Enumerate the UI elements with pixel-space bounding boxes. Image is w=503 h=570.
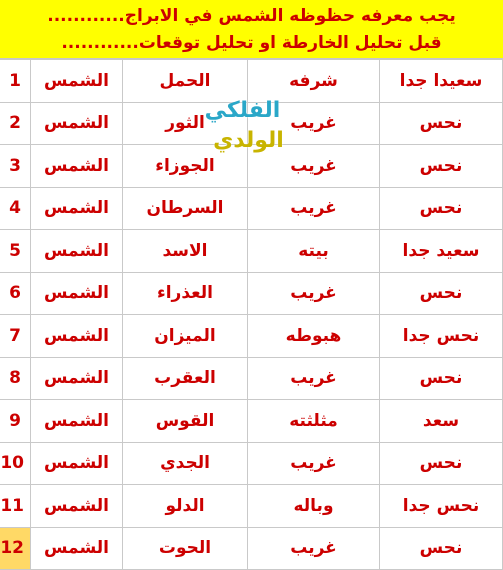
cell-sign[interactable]: الحمل <box>122 59 248 103</box>
banner-line-2: قبل تحليل الخارطة او تحليل توقعات.......… <box>61 33 442 53</box>
row-number[interactable]: 1 <box>0 59 31 103</box>
cell-result[interactable]: نحس <box>379 441 503 485</box>
cell-sign[interactable]: الحوت <box>122 526 248 570</box>
cell-state[interactable]: غريب <box>247 101 380 145</box>
table-row: سعيدا جدا شرفه الحمل الشمس 1 <box>0 59 503 103</box>
row-number[interactable]: 10 <box>0 441 31 485</box>
cell-state[interactable]: غريب <box>247 271 380 315</box>
row-number[interactable]: 12 <box>0 526 31 570</box>
cell-planet[interactable]: الشمس <box>30 399 123 443</box>
cell-planet[interactable]: الشمس <box>30 101 123 145</box>
row-number[interactable]: 5 <box>0 229 31 273</box>
cell-sign[interactable]: الجوزاء <box>122 144 248 188</box>
cell-state[interactable]: غريب <box>247 526 380 570</box>
cell-planet[interactable]: الشمس <box>30 186 123 230</box>
cell-result[interactable]: نحس جدا <box>379 314 503 358</box>
cell-result[interactable]: سعد <box>379 399 503 443</box>
table-row: نحس جدا هبوطه الميزان الشمس 7 <box>0 314 503 358</box>
cell-state[interactable]: غريب <box>247 186 380 230</box>
cell-result[interactable]: نحس <box>379 271 503 315</box>
cell-planet[interactable]: الشمس <box>30 59 123 103</box>
table-row: نحس غريب العذراء الشمس 6 <box>0 271 503 315</box>
row-number[interactable]: 8 <box>0 356 31 400</box>
cell-planet[interactable]: الشمس <box>30 229 123 273</box>
cell-result[interactable]: نحس <box>379 186 503 230</box>
row-number[interactable]: 4 <box>0 186 31 230</box>
cell-sign[interactable]: الجدي <box>122 441 248 485</box>
table-row: نحس غريب الجدي الشمس 10 <box>0 441 503 485</box>
cell-result[interactable]: نحس <box>379 356 503 400</box>
cell-planet[interactable]: الشمس <box>30 441 123 485</box>
table-row: نحس غريب العقرب الشمس 8 <box>0 356 503 400</box>
cell-result[interactable]: نحس جدا <box>379 484 503 528</box>
cell-state[interactable]: وباله <box>247 484 380 528</box>
row-number[interactable]: 9 <box>0 399 31 443</box>
cell-planet[interactable]: الشمس <box>30 526 123 570</box>
row-number[interactable]: 7 <box>0 314 31 358</box>
cell-state[interactable]: شرفه <box>247 59 380 103</box>
cell-sign[interactable]: الدلو <box>122 484 248 528</box>
cell-state[interactable]: هبوطه <box>247 314 380 358</box>
table-row: نحس غريب الثور الشمس 2 <box>0 101 503 145</box>
title-banner: يجب معرفه حظوظه الشمس في الابراج........… <box>0 0 503 59</box>
table-row: نحس جدا وباله الدلو الشمس 11 <box>0 484 503 528</box>
table-row: نحس غريب الجوزاء الشمس 3 <box>0 144 503 188</box>
cell-sign[interactable]: العذراء <box>122 271 248 315</box>
cell-state[interactable]: غريب <box>247 144 380 188</box>
cell-sign[interactable]: القوس <box>122 399 248 443</box>
row-number[interactable]: 3 <box>0 144 31 188</box>
cell-planet[interactable]: الشمس <box>30 484 123 528</box>
cell-result[interactable]: سعيد جدا <box>379 229 503 273</box>
cell-state[interactable]: غريب <box>247 441 380 485</box>
cell-sign[interactable]: السرطان <box>122 186 248 230</box>
cell-result[interactable]: نحس <box>379 101 503 145</box>
cell-planet[interactable]: الشمس <box>30 314 123 358</box>
row-number[interactable]: 2 <box>0 101 31 145</box>
banner-line-1: يجب معرفه حظوظه الشمس في الابراج........… <box>47 6 456 26</box>
astrology-table: سعيدا جدا شرفه الحمل الشمس 1 نحس غريب الثور الشم… <box>0 59 503 570</box>
table-row: سعد مثلثته القوس الشمس 9 <box>0 399 503 443</box>
cell-state[interactable]: بيته <box>247 229 380 273</box>
cell-result[interactable]: سعيدا جدا <box>379 59 503 103</box>
row-number[interactable]: 6 <box>0 271 31 315</box>
cell-result[interactable]: نحس <box>379 144 503 188</box>
cell-sign[interactable]: الميزان <box>122 314 248 358</box>
cell-planet[interactable]: الشمس <box>30 356 123 400</box>
cell-sign[interactable]: العقرب <box>122 356 248 400</box>
cell-state[interactable]: مثلثته <box>247 399 380 443</box>
cell-sign[interactable]: الاسد <box>122 229 248 273</box>
spreadsheet-sheet: يجب معرفه حظوظه الشمس في الابراج........… <box>0 0 503 570</box>
table-row: نحس غريب الحوت الشمس 12 <box>0 526 503 570</box>
cell-planet[interactable]: الشمس <box>30 271 123 315</box>
cell-result[interactable]: نحس <box>379 526 503 570</box>
cell-state[interactable]: غريب <box>247 356 380 400</box>
cell-sign[interactable]: الثور <box>122 101 248 145</box>
row-number[interactable]: 11 <box>0 484 31 528</box>
table-row: سعيد جدا بيته الاسد الشمس 5 <box>0 229 503 273</box>
cell-planet[interactable]: الشمس <box>30 144 123 188</box>
table-row: نحس غريب السرطان الشمس 4 <box>0 186 503 230</box>
